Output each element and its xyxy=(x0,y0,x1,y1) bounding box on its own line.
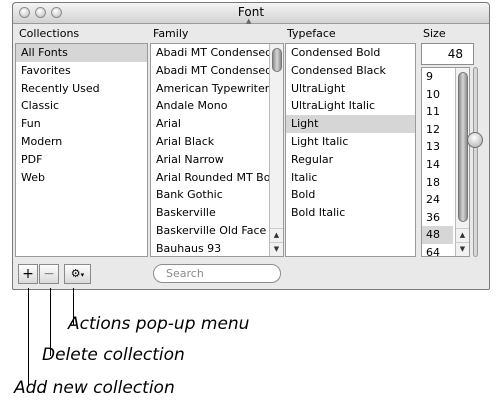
typeface-list[interactable]: Condensed Bold Condensed Black UltraLigh… xyxy=(285,43,416,257)
family-item[interactable]: American Typewriter xyxy=(151,80,269,98)
family-item[interactable]: Abadi MT Condensed xyxy=(151,62,269,80)
size-header: Size xyxy=(423,27,446,40)
family-item[interactable]: Arial Narrow xyxy=(151,151,269,169)
size-field[interactable]: 48 xyxy=(421,43,474,65)
collection-item[interactable]: Web xyxy=(16,169,147,187)
resize-grip-icon[interactable]: ▲ xyxy=(246,17,251,25)
typeface-item[interactable]: Light Italic xyxy=(286,133,415,151)
search-field[interactable]: Search xyxy=(153,264,281,283)
family-item[interactable]: Bauhaus 93 xyxy=(151,240,269,256)
size-slider-track[interactable] xyxy=(473,67,478,257)
size-item[interactable]: 11 xyxy=(422,103,453,121)
actions-callout-label: Actions pop-up menu xyxy=(68,314,250,334)
family-item[interactable]: Arial Rounded MT Bol xyxy=(151,169,269,187)
size-item[interactable]: 24 xyxy=(422,191,453,209)
size-slider-knob[interactable] xyxy=(467,132,483,148)
collection-item[interactable]: PDF xyxy=(16,151,147,169)
size-item[interactable]: 14 xyxy=(422,156,453,174)
collections-list[interactable]: All Fonts Favorites Recently Used Classi… xyxy=(15,43,148,257)
delete-callout-label: Delete collection xyxy=(42,345,185,365)
collection-item[interactable]: Modern xyxy=(16,133,147,151)
typeface-item[interactable]: UltraLight Italic xyxy=(286,97,415,115)
typeface-item[interactable]: Light xyxy=(286,115,415,133)
collection-item[interactable]: Classic xyxy=(16,97,147,115)
collection-item[interactable]: Favorites xyxy=(16,62,147,80)
collection-item[interactable]: Fun xyxy=(16,115,147,133)
typeface-header: Typeface xyxy=(287,27,336,40)
popup-arrow-icon: ▾ xyxy=(80,271,85,279)
size-list[interactable]: 9 10 11 12 13 14 18 24 36 48 64 ▲ ▼ xyxy=(421,67,470,257)
collection-item[interactable]: All Fonts xyxy=(16,44,147,62)
bottom-toolbar: + − ⚙▾ Search xyxy=(13,261,489,289)
family-item[interactable]: Arial xyxy=(151,115,269,133)
size-item[interactable]: 36 xyxy=(422,209,453,227)
family-list[interactable]: Abadi MT Condensed Abadi MT Condensed Am… xyxy=(150,43,284,257)
delete-collection-button[interactable]: − xyxy=(39,264,59,284)
add-callout-label: Add new collection xyxy=(14,378,175,398)
family-item[interactable]: Andale Mono xyxy=(151,97,269,115)
family-scrollbar[interactable]: ▲ ▼ xyxy=(269,44,283,256)
family-item[interactable]: Baskerville Old Face xyxy=(151,222,269,240)
scroll-up-arrow-icon[interactable]: ▲ xyxy=(456,228,469,242)
typeface-item[interactable]: Bold Italic xyxy=(286,204,415,222)
add-callout-line xyxy=(28,288,29,386)
typeface-item[interactable]: Bold xyxy=(286,186,415,204)
typeface-item[interactable]: Condensed Black xyxy=(286,62,415,80)
actions-popup-button[interactable]: ⚙▾ xyxy=(64,264,91,284)
family-scroll-thumb[interactable] xyxy=(272,48,282,72)
size-item[interactable]: 64 xyxy=(422,244,453,256)
scroll-down-arrow-icon[interactable]: ▼ xyxy=(270,242,283,256)
size-scrollbar[interactable]: ▲ ▼ xyxy=(455,68,469,256)
add-collection-button[interactable]: + xyxy=(18,264,38,284)
typeface-item[interactable]: Regular xyxy=(286,151,415,169)
size-item[interactable]: 48 xyxy=(422,226,453,244)
size-item[interactable]: 12 xyxy=(422,121,453,139)
family-header: Family xyxy=(153,27,189,40)
gear-icon: ⚙ xyxy=(70,267,81,280)
size-item[interactable]: 10 xyxy=(422,86,453,104)
collection-item[interactable]: Recently Used xyxy=(16,80,147,98)
scroll-up-arrow-icon[interactable]: ▲ xyxy=(270,228,283,242)
scroll-down-arrow-icon[interactable]: ▼ xyxy=(456,242,469,256)
size-item[interactable]: 9 xyxy=(422,68,453,86)
font-panel-window: Font ▲ Collections Family Typeface Size … xyxy=(12,2,490,290)
title-bar[interactable]: Font ▲ xyxy=(13,3,489,25)
family-item[interactable]: Baskerville xyxy=(151,204,269,222)
collections-header: Collections xyxy=(19,27,80,40)
typeface-item[interactable]: UltraLight xyxy=(286,80,415,98)
family-item[interactable]: Bank Gothic xyxy=(151,186,269,204)
family-item[interactable]: Abadi MT Condensed xyxy=(151,44,269,62)
size-scroll-thumb[interactable] xyxy=(458,72,468,222)
size-item[interactable]: 18 xyxy=(422,174,453,192)
family-item[interactable]: Arial Black xyxy=(151,133,269,151)
size-item[interactable]: 13 xyxy=(422,138,453,156)
typeface-item[interactable]: Italic xyxy=(286,169,415,187)
typeface-item[interactable]: Condensed Bold xyxy=(286,44,415,62)
